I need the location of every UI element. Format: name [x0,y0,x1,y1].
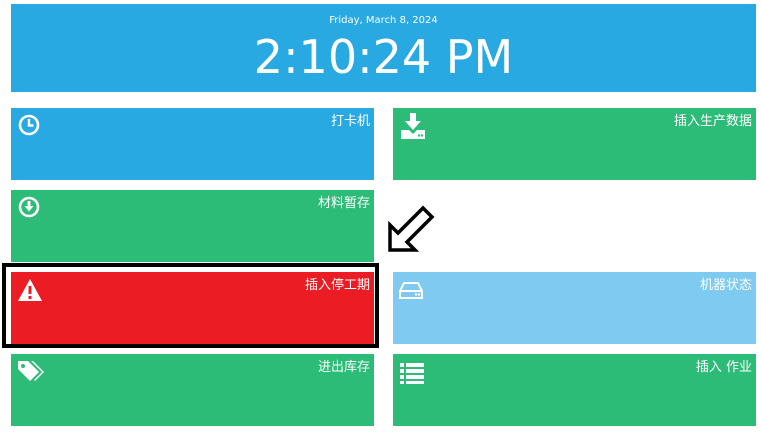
tile-label: 打卡机 [330,114,370,129]
tile-insert-production-data[interactable]: 插入生产数据 [393,108,756,180]
tile-time-clock[interactable]: 打卡机 [11,108,374,180]
tile-label: 插入生产数据 [673,114,752,129]
tile-machine-status[interactable]: 机器状态 [393,272,756,344]
current-time: 2:10:24 PM [253,30,514,84]
pointer-arrow-icon [388,205,435,252]
tile-label: 插入停工期 [304,278,370,293]
clock-panel: Friday, March 8, 2024 2:10:24 PM [11,4,756,92]
tile-insert-job[interactable]: 插入 作业 [393,354,756,426]
tile-material-staging[interactable]: 材料暂存 [11,190,374,262]
tile-inventory-in-out[interactable]: 进出库存 [11,354,374,426]
hard-drive-icon [399,282,423,299]
list-icon [400,363,424,384]
download-icon [401,113,425,139]
tile-label: 进出库存 [317,360,370,375]
clock-icon [18,114,40,136]
tile-label: 材料暂存 [317,196,370,211]
tile-label: 插入 作业 [695,360,752,375]
current-date: Friday, March 8, 2024 [329,15,438,26]
arrow-circle-down-icon [18,196,40,218]
tile-insert-downtime[interactable]: 插入停工期 [11,272,374,344]
tags-icon [18,361,44,381]
warning-icon [18,279,42,301]
tile-label: 机器状态 [699,278,752,293]
